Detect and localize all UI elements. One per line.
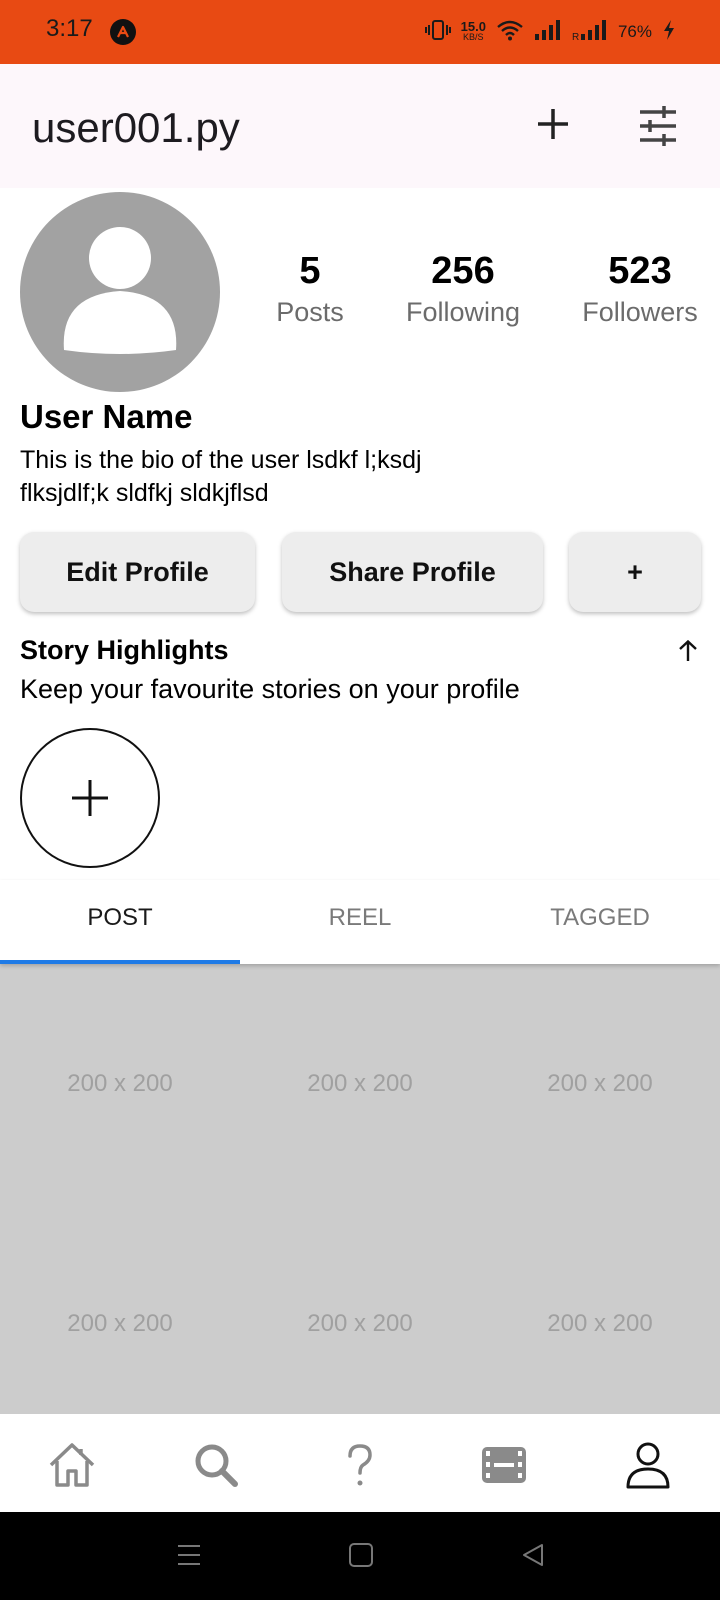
grid-post[interactable]: 200 x 200	[0, 964, 240, 1204]
back-icon[interactable]	[520, 1542, 546, 1573]
app-notification-icon	[110, 19, 136, 45]
search-icon[interactable]	[188, 1438, 244, 1492]
menu-icon[interactable]	[176, 1542, 202, 1573]
wifi-icon	[496, 19, 524, 46]
vibrate-icon	[424, 18, 451, 47]
signal-roaming-icon: R	[572, 19, 608, 46]
posts-grid: 200 x 200 200 x 200 200 x 200 200 x 200 …	[0, 964, 720, 1414]
plus-icon	[72, 780, 108, 816]
tab-indicator	[0, 960, 240, 964]
status-icons: 15.0 KB/S R 76%	[424, 14, 676, 50]
plus-icon[interactable]	[535, 106, 571, 147]
followers-label: Followers	[582, 297, 698, 327]
tab-post[interactable]: POST	[0, 880, 240, 964]
net-speed: 15.0 KB/S	[460, 19, 486, 42]
charging-icon	[662, 19, 676, 46]
followers-count: 523	[608, 250, 672, 292]
signal-icon	[534, 19, 562, 46]
grid-post[interactable]: 200 x 200	[480, 964, 720, 1204]
svg-text:R: R	[572, 32, 579, 41]
grid-post[interactable]: 200 x 200	[240, 1204, 480, 1414]
user-name: User Name	[20, 398, 193, 435]
highlights-subtitle: Keep your favourite stories on your prof…	[20, 674, 520, 704]
new-highlight-button[interactable]	[20, 728, 160, 868]
avatar[interactable]	[20, 192, 220, 392]
grid-post[interactable]: 200 x 200	[0, 1204, 240, 1414]
battery-level: 76%	[617, 22, 652, 41]
person-placeholder-icon	[63, 227, 177, 354]
grid-post[interactable]: 200 x 200	[240, 964, 480, 1204]
net-speed-value: 15.0	[460, 19, 486, 34]
status-time: 3:17	[46, 15, 93, 42]
arrow-up-icon[interactable]	[678, 639, 698, 667]
reels-icon[interactable]	[476, 1438, 532, 1492]
app-header: user001.py	[0, 64, 720, 188]
share-profile-button[interactable]: Share Profile	[282, 532, 543, 612]
stat-posts[interactable]: 5 Posts	[260, 250, 360, 328]
tab-reel[interactable]: REEL	[240, 880, 480, 964]
stat-following[interactable]: 256 Following	[398, 250, 528, 328]
grid-post[interactable]: 200 x 200	[480, 1204, 720, 1414]
help-icon[interactable]	[332, 1438, 388, 1492]
highlights-title: Story Highlights	[20, 635, 229, 665]
home-icon[interactable]	[44, 1438, 100, 1492]
home-square-icon[interactable]	[348, 1542, 374, 1573]
following-label: Following	[405, 297, 521, 327]
status-bar: 3:17 15.0 KB/S R 76%	[0, 0, 720, 64]
stat-followers[interactable]: 523 Followers	[574, 250, 706, 328]
posts-label: Posts	[276, 297, 344, 327]
net-speed-unit: KB/S	[463, 32, 484, 42]
profile-icon[interactable]	[620, 1438, 676, 1492]
page-title: user001.py	[32, 104, 240, 151]
user-bio: This is the bio of the user lsdkf l;ksdj…	[20, 446, 422, 507]
following-count: 256	[431, 250, 495, 292]
tune-icon[interactable]	[638, 106, 678, 151]
content-tabs: POST REEL TAGGED	[0, 880, 720, 964]
discover-people-button[interactable]: +	[569, 532, 701, 612]
edit-profile-button[interactable]: Edit Profile	[20, 532, 255, 612]
tab-tagged[interactable]: TAGGED	[480, 880, 720, 964]
system-nav-bar	[0, 1512, 720, 1600]
bottom-nav	[0, 1414, 720, 1512]
posts-count: 5	[299, 250, 321, 292]
